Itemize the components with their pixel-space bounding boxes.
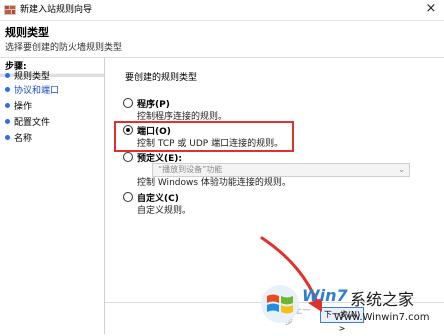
title-bar: 新建入站规则向导 × xyxy=(0,0,444,21)
port-option-highlight xyxy=(114,121,294,152)
step-rule-type[interactable]: 规则类型 xyxy=(5,71,50,83)
step-bullet-icon xyxy=(5,87,10,92)
watermark-name: 系统之家 xyxy=(350,290,415,309)
step-bullet-icon xyxy=(5,119,10,124)
steps-sidebar: 步骤: 规则类型 协议和端口 操作 配置文件 名称 xyxy=(0,58,104,334)
custom-description: 自定义规则。 xyxy=(137,206,192,216)
predefined-select[interactable]: “播放到设备”功能 ⌄ xyxy=(152,163,410,177)
program-radio[interactable] xyxy=(123,98,133,108)
step-profile[interactable]: 配置文件 xyxy=(5,117,50,129)
step-bullet-icon xyxy=(5,135,10,140)
predefined-radio[interactable] xyxy=(123,152,133,162)
step-protocol-ports[interactable]: 协议和端口 xyxy=(5,85,59,97)
step-label: 名称 xyxy=(14,134,33,144)
firewall-app-icon xyxy=(4,5,16,15)
watermark-url: Www.Winwin7.com xyxy=(334,312,430,323)
watermark-brand: Win7 xyxy=(302,286,348,305)
step-label: 协议和端口 xyxy=(14,86,60,96)
windows-logo-icon xyxy=(261,285,299,323)
page-subtitle: 选择要创建的防火墙规则类型 xyxy=(5,43,123,53)
step-label: 配置文件 xyxy=(14,118,51,128)
watermark: Win7 系统之家 Www.Winwin7.com xyxy=(252,278,442,334)
custom-radio[interactable] xyxy=(123,192,133,202)
step-name[interactable]: 名称 xyxy=(5,133,32,145)
page-title: 规则类型 xyxy=(5,26,49,39)
rule-type-prompt: 要创建的规则类型 xyxy=(125,73,198,83)
predefined-select-value: “播放到设备”功能 xyxy=(158,165,223,174)
chevron-down-icon: ⌄ xyxy=(398,165,405,174)
close-icon[interactable]: × xyxy=(424,2,438,16)
step-bullet-icon xyxy=(5,73,10,78)
step-label: 操作 xyxy=(14,102,33,112)
step-action[interactable]: 操作 xyxy=(5,101,32,113)
window-title: 新建入站规则向导 xyxy=(20,5,93,15)
wizard-header: 规则类型 选择要创建的防火墙规则类型 xyxy=(0,21,444,58)
step-bullet-icon xyxy=(5,103,10,108)
step-label: 规则类型 xyxy=(14,72,51,82)
